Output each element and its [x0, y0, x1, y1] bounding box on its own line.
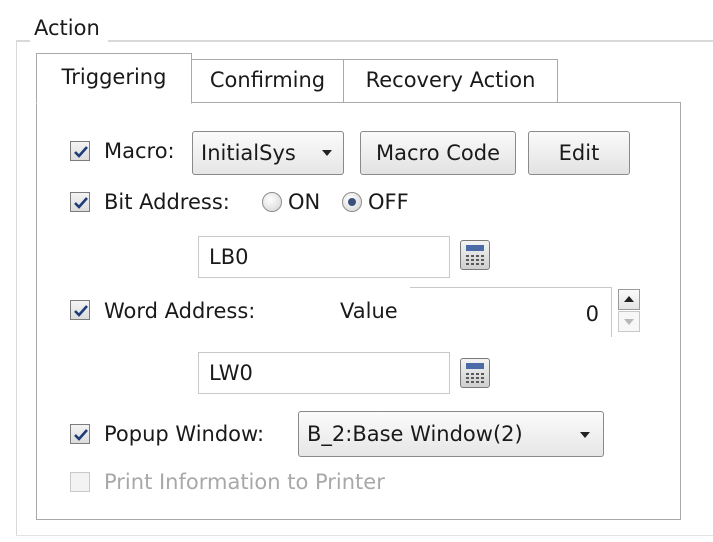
checkmark-icon [74, 305, 88, 317]
macro-select[interactable]: InitialSys [192, 131, 344, 175]
group-title: Action [30, 14, 108, 42]
chevron-down-icon [322, 150, 332, 156]
word-address-input[interactable]: LW0 [198, 352, 450, 394]
group-border-top [16, 40, 713, 42]
popup-window-select-value: B_2:Base Window(2) [307, 422, 523, 446]
tab-triggering[interactable]: Triggering [36, 53, 192, 104]
radio-selected-dot [348, 198, 356, 206]
bit-address-label: Bit Address: [104, 190, 230, 214]
radio-off-label: OFF [368, 190, 409, 214]
print-info-checkbox[interactable] [70, 472, 90, 492]
checkmark-icon [74, 429, 88, 441]
tab-recovery-action[interactable]: Recovery Action [343, 59, 558, 103]
print-info-label: Print Information to Printer [104, 470, 385, 494]
arrow-down-icon [624, 319, 634, 325]
spin-down-button[interactable] [618, 311, 640, 332]
tab-confirming[interactable]: Confirming [191, 59, 344, 103]
popup-window-label: Popup Window: [104, 422, 265, 446]
macro-select-value: InitialSys [201, 141, 296, 165]
calculator-icon[interactable] [460, 358, 490, 388]
arrow-up-icon [624, 296, 634, 302]
word-address-label: Word Address: [104, 299, 256, 323]
value-input[interactable]: 0 [410, 287, 612, 337]
group-border-left [16, 40, 17, 535]
bit-address-checkbox[interactable] [70, 192, 90, 212]
popup-window-select[interactable]: B_2:Base Window(2) [298, 411, 604, 457]
edit-button[interactable]: Edit [528, 131, 630, 175]
checkmark-icon [74, 146, 88, 158]
spin-up-button[interactable] [618, 289, 640, 310]
macro-label: Macro: [104, 139, 175, 163]
radio-off[interactable] [342, 192, 362, 212]
value-label: Value [340, 299, 398, 323]
bit-address-input[interactable]: LB0 [198, 236, 450, 278]
radio-on[interactable] [262, 192, 282, 212]
radio-on-label: ON [288, 190, 321, 214]
macro-checkbox[interactable] [70, 141, 90, 161]
chevron-down-icon [580, 432, 590, 438]
group-border-bottom [16, 535, 713, 536]
popup-window-checkbox[interactable] [70, 424, 90, 444]
macro-code-button[interactable]: Macro Code [360, 131, 516, 175]
calculator-icon[interactable] [460, 240, 490, 270]
checkmark-icon [74, 197, 88, 209]
word-address-checkbox[interactable] [70, 300, 90, 320]
